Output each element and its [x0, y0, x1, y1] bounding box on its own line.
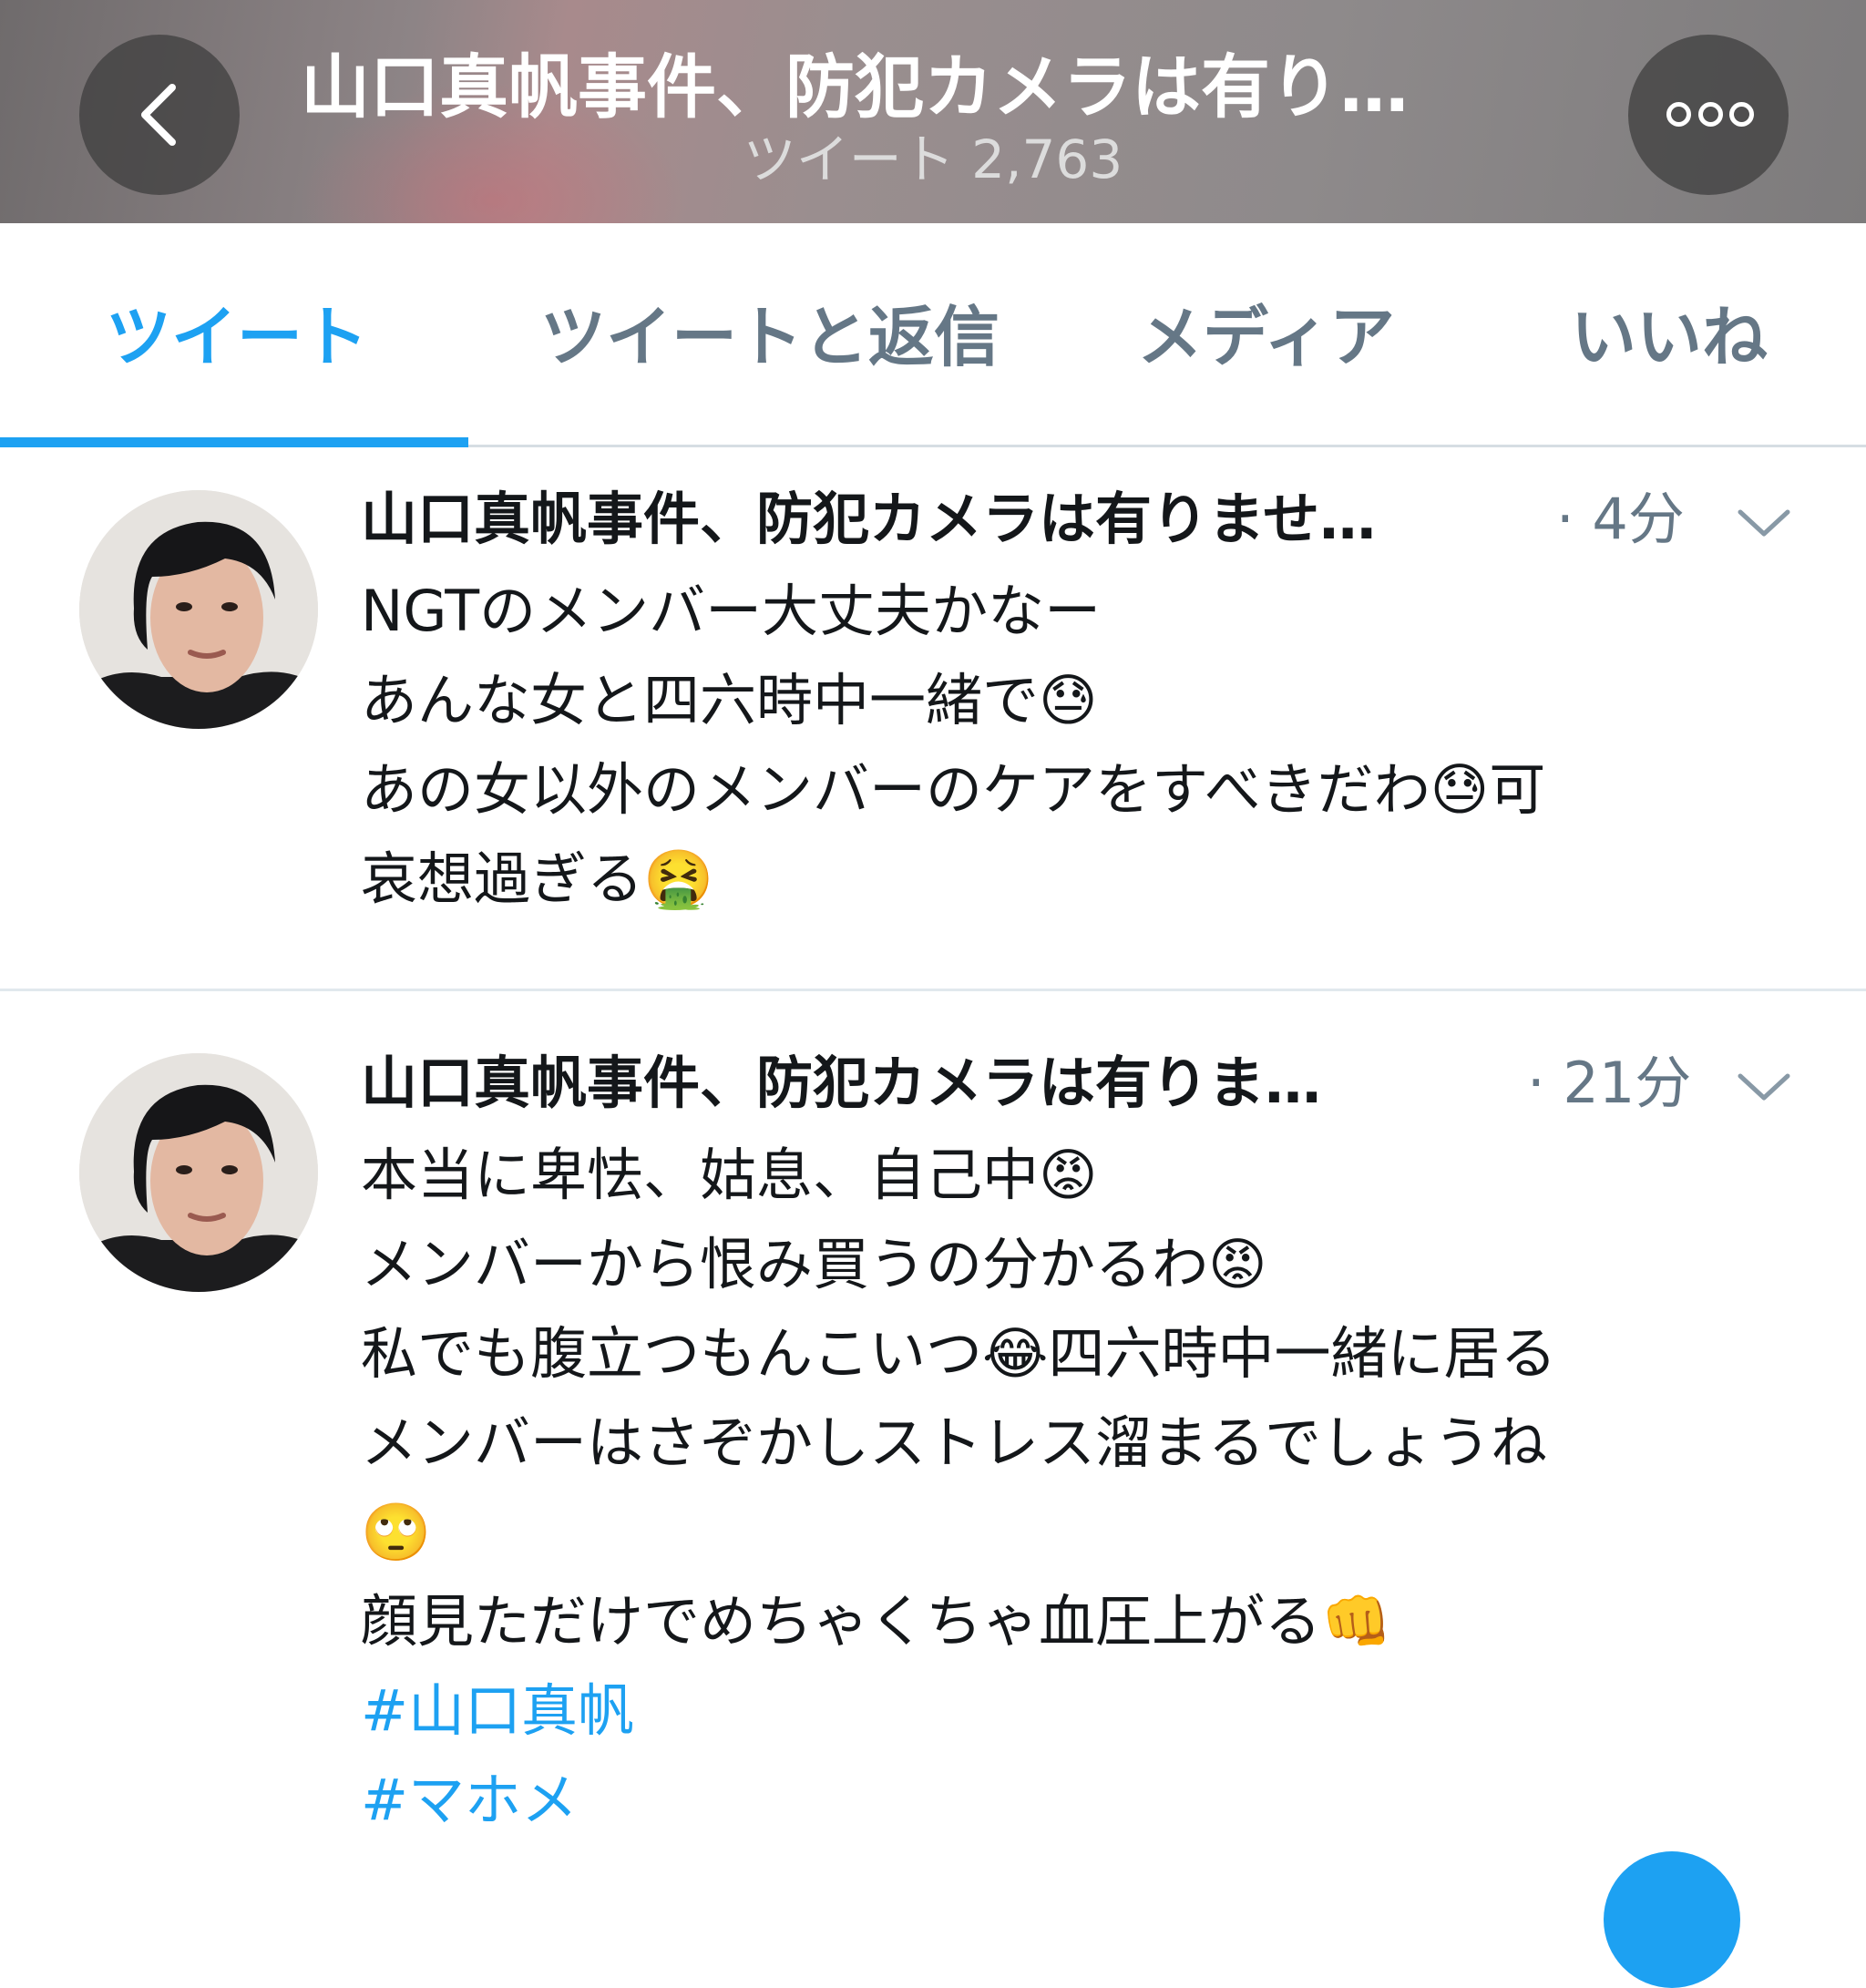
tweet-line: 本当に卑怯、姑息、自己中😡: [361, 1142, 1098, 1208]
tweet-text: NGTのメンバー大丈夫かなー あんな女と四六時中一緒で😓 あの女以外のメンバーの…: [361, 567, 1782, 924]
avatar-image: [79, 1053, 318, 1292]
tweet-line: 私でも腹立つもんこいつ😂四六時中一緒に居る: [361, 1320, 1557, 1387]
hashtag-link[interactable]: #山口真帆: [361, 1666, 1782, 1756]
profile-header: 山口真帆事件、防犯カメラは有り… ツイート 2,763: [0, 0, 1866, 223]
tab-likes[interactable]: いいね: [1571, 296, 1768, 378]
avatar[interactable]: [79, 1053, 318, 1292]
tweet-line: 🙄: [361, 1499, 432, 1565]
tweet-timestamp[interactable]: · 21分: [1527, 1047, 1691, 1120]
avatar-image: [79, 490, 318, 729]
chevron-down-icon[interactable]: [1737, 505, 1791, 541]
avatar[interactable]: [79, 490, 318, 729]
tweet-line: あんな女と四六時中一緒で😓: [361, 667, 1098, 733]
header-title: 山口真帆事件、防犯カメラは有り…: [301, 46, 1409, 128]
profile-tabs: ツイート ツイートと返信 メディア いいね: [0, 223, 1866, 447]
tweet-author-name[interactable]: 山口真帆事件、防犯カメラは有りませ…: [361, 483, 1536, 556]
tweet-timestamp[interactable]: · 4分: [1556, 483, 1685, 556]
tweet-line: 哀想過ぎる🤮: [361, 845, 714, 912]
tab-tweets[interactable]: ツイート: [106, 296, 368, 378]
tweet-line: メンバーはさぞかしストレス溜まるでしょうね: [361, 1409, 1548, 1476]
chevron-down-icon[interactable]: [1737, 1069, 1791, 1105]
tweet-count: ツイート 2,763: [743, 128, 1123, 190]
tweet[interactable]: 山口真帆事件、防犯カメラは有りませ… · 4分 NGTのメンバー大丈夫かなー あ…: [0, 450, 1866, 991]
tweet-line: 顔見ただけでめちゃくちゃ血圧上がる👊: [361, 1588, 1392, 1655]
tweet-line: NGTのメンバー大丈夫かなー: [361, 578, 1102, 644]
more-icon: [1666, 102, 1754, 128]
compose-tweet-button[interactable]: [1604, 1851, 1740, 1988]
more-button[interactable]: [1628, 35, 1789, 195]
tweet-author-name[interactable]: 山口真帆事件、防犯カメラは有りま…: [361, 1047, 1472, 1120]
tweet-line: あの女以外のメンバーのケアをすべきだわ😓可: [361, 756, 1546, 823]
tweet-text: 本当に卑怯、姑息、自己中😡 メンバーから恨み買うの分かるわ😡 私でも腹立つもんこ…: [361, 1131, 1782, 1845]
tab-tweets-and-replies[interactable]: ツイートと返信: [540, 296, 1000, 378]
tweet[interactable]: 山口真帆事件、防犯カメラは有りま… · 21分 本当に卑怯、姑息、自己中😡 メン…: [0, 994, 1866, 1866]
tweet-line: メンバーから恨み買うの分かるわ😡: [361, 1231, 1267, 1297]
hashtag-link[interactable]: #マホメ: [361, 1756, 1782, 1845]
active-tab-indicator: [0, 437, 468, 447]
tab-media[interactable]: メディア: [1137, 296, 1395, 378]
